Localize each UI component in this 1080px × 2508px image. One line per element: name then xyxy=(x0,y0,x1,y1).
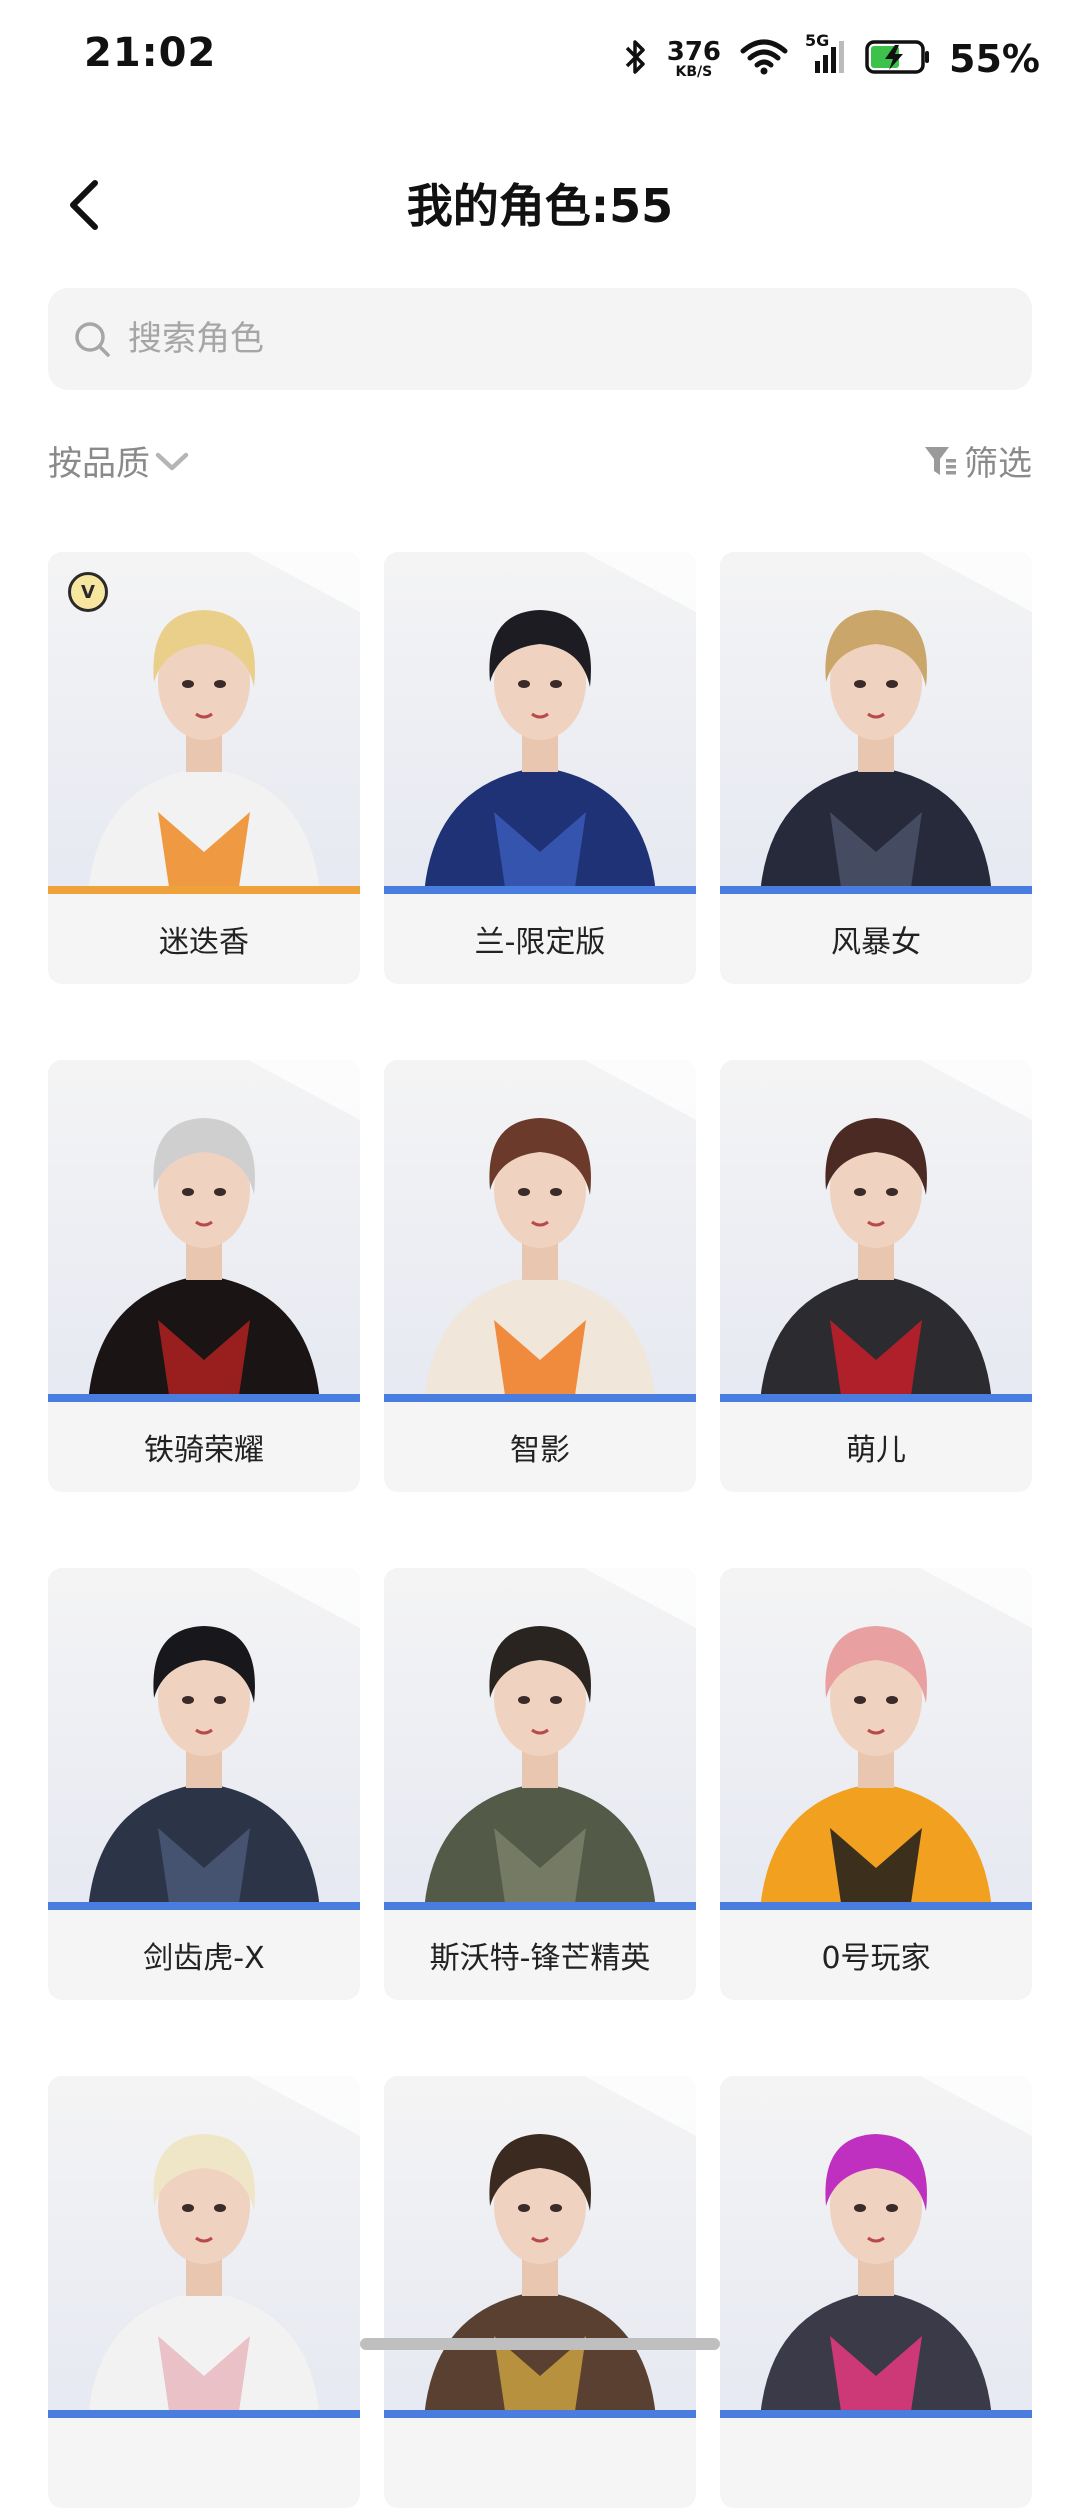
network-speed-unit: KB/S xyxy=(675,64,713,80)
character-name: 0号玩家 xyxy=(821,1941,931,1976)
quality-stripe xyxy=(720,2410,1032,2418)
character-name: 风暴女 xyxy=(831,925,921,960)
character-portrait xyxy=(384,552,696,894)
character-card[interactable] xyxy=(48,2076,360,2508)
character-grid: V 迷迭香 兰-限定版 风暴女铁骑荣耀 智影 萌儿剑齿虎-X 斯沃特-锋芒精英 0号玩家 xyxy=(48,552,1032,2508)
character-name: 迷迭香 xyxy=(159,925,249,960)
character-portrait xyxy=(48,1568,360,1910)
character-card[interactable]: 智影 xyxy=(384,1060,696,1492)
character-card[interactable]: 斯沃特-锋芒精英 xyxy=(384,1568,696,2000)
filter-label: 筛选 xyxy=(964,444,1032,484)
character-name: 智影 xyxy=(510,1433,570,1468)
character-name xyxy=(384,2418,696,2508)
character-card[interactable]: 0号玩家 xyxy=(720,1568,1032,2000)
character-card[interactable]: 风暴女 xyxy=(720,552,1032,984)
character-card[interactable] xyxy=(720,2076,1032,2508)
quality-stripe xyxy=(384,886,696,894)
character-card[interactable] xyxy=(384,2076,696,2508)
search-icon xyxy=(70,317,114,361)
character-portrait xyxy=(384,2076,696,2418)
network-speed: 376 KB/S xyxy=(667,39,721,79)
character-portrait xyxy=(720,1568,1032,1910)
character-portrait: V xyxy=(48,552,360,894)
character-card[interactable]: 剑齿虎-X xyxy=(48,1568,360,2000)
status-icons: 376 KB/S 5G 55% xyxy=(623,31,1040,84)
character-name xyxy=(48,2418,360,2508)
quality-stripe xyxy=(720,1902,1032,1910)
character-portrait xyxy=(720,1060,1032,1402)
character-name: 铁骑荣耀 xyxy=(144,1433,264,1468)
character-portrait xyxy=(384,1568,696,1910)
character-portrait xyxy=(48,1060,360,1402)
quality-stripe xyxy=(384,1394,696,1402)
sort-by-quality-dropdown[interactable]: 按品质 xyxy=(48,436,190,485)
character-portrait xyxy=(720,552,1032,894)
cellular-signal-icon: 5G xyxy=(805,31,847,81)
quality-stripe xyxy=(384,1902,696,1910)
quality-stripe xyxy=(48,1394,360,1402)
home-gesture-bar[interactable] xyxy=(360,2338,720,2350)
status-time: 21:02 xyxy=(84,30,217,76)
quality-stripe xyxy=(48,2410,360,2418)
status-bar: 21:02 376 KB/S 5G 55% xyxy=(0,0,1080,120)
character-card[interactable]: 兰-限定版 xyxy=(384,552,696,984)
battery-charging-icon xyxy=(865,39,931,79)
battery-percentage: 55% xyxy=(949,37,1040,81)
quality-stripe xyxy=(384,2410,696,2418)
character-name: 斯沃特-锋芒精英 xyxy=(429,1941,651,1976)
quality-stripe xyxy=(720,886,1032,894)
character-portrait xyxy=(720,2076,1032,2418)
wifi-icon xyxy=(739,37,789,81)
quality-stripe xyxy=(48,1902,360,1910)
character-card[interactable]: V 迷迭香 xyxy=(48,552,360,984)
network-speed-value: 376 xyxy=(666,37,722,67)
page-header: 我的角色:55 xyxy=(0,150,1080,260)
character-name: 剑齿虎-X xyxy=(143,1941,265,1976)
sort-label: 按品质 xyxy=(48,444,150,484)
character-card[interactable]: 萌儿 xyxy=(720,1060,1032,1492)
signal-type-label: 5G xyxy=(805,31,830,50)
quality-stripe xyxy=(720,1394,1032,1402)
character-portrait xyxy=(48,2076,360,2418)
chevron-down-icon xyxy=(155,452,189,470)
page-title: 我的角色:55 xyxy=(406,179,674,233)
character-name xyxy=(720,2418,1032,2508)
character-portrait xyxy=(384,1060,696,1402)
filter-button[interactable]: 筛选 xyxy=(922,436,1032,485)
search-input[interactable] xyxy=(126,318,1010,360)
filter-icon xyxy=(925,446,956,475)
vip-badge: V xyxy=(68,572,108,612)
character-name: 兰-限定版 xyxy=(474,925,606,960)
search-bar[interactable] xyxy=(48,288,1032,390)
bluetooth-icon xyxy=(623,37,649,81)
character-card[interactable]: 铁骑荣耀 xyxy=(48,1060,360,1492)
quality-stripe xyxy=(48,886,360,894)
character-name: 萌儿 xyxy=(846,1433,906,1468)
